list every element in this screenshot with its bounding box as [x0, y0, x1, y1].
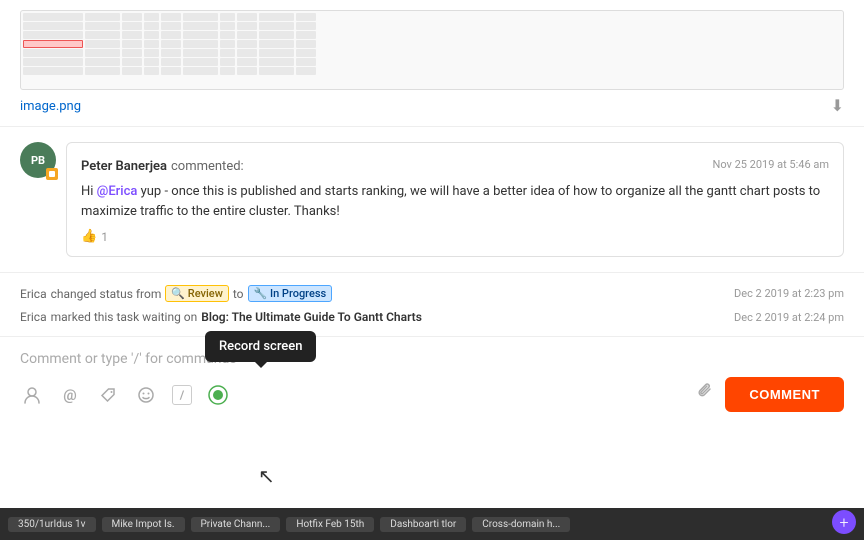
comment-body: Peter Banerjea commented: Nov 25 2019 at…: [66, 142, 844, 257]
status-author-1: Erica: [20, 287, 47, 301]
status-line-1-left: Erica changed status from 🔍 Review to 🔧 …: [20, 285, 332, 302]
slash-icon[interactable]: /: [172, 385, 192, 405]
comment-toolbar: Record screen @ /: [20, 377, 844, 412]
waiting-link[interactable]: Blog: The Ultimate Guide To Gantt Charts: [201, 310, 422, 324]
taskbar: 350/1urIdus 1v Mike Impot Is. Private Ch…: [0, 508, 864, 540]
person-icon[interactable]: [20, 383, 44, 407]
status-to-text: to: [233, 287, 244, 301]
avatar-initials: PB: [31, 154, 45, 167]
status-action-1: changed status from: [51, 287, 162, 301]
toolbar-right: COMMENT: [695, 377, 844, 412]
taskbar-item-3[interactable]: Hotfix Feb 15th: [286, 517, 374, 532]
status-action-2: marked this task waiting on: [51, 310, 198, 324]
taskbar-item-5[interactable]: Cross-domain h...: [472, 517, 570, 532]
status-time-2: Dec 2 2019 at 2:24 pm: [734, 311, 844, 324]
download-button[interactable]: ⬇: [831, 96, 844, 116]
taskbar-item-2[interactable]: Private Chann...: [191, 517, 281, 532]
status-from-badge: 🔍 Review: [165, 285, 229, 302]
comment-header: PB Peter Banerjea commented: Nov 25 2019…: [20, 142, 844, 257]
status-changes: Erica changed status from 🔍 Review to 🔧 …: [0, 273, 864, 336]
avatar-badge: [46, 168, 58, 180]
avatar: PB: [20, 142, 56, 178]
taskbar-item-1[interactable]: Mike Impot Is.: [102, 517, 185, 532]
status-line-1: Erica changed status from 🔍 Review to 🔧 …: [20, 281, 844, 306]
toolbar-left: @ /: [20, 383, 230, 407]
comment-text-after: yup - once this is published and starts …: [81, 184, 820, 219]
taskbar-item-4[interactable]: Dashboarti tlor: [380, 517, 466, 532]
comment-timestamp: Nov 25 2019 at 5:46 am: [712, 158, 829, 171]
main-container: image.png ⬇ PB Peter Banerjea commented:…: [0, 0, 864, 540]
comment-text: Hi @Erica yup - once this is published a…: [81, 182, 829, 221]
cursor: ↖: [258, 464, 275, 488]
comment-placeholder[interactable]: Comment or type '/' for commands: [20, 347, 844, 377]
attach-icon[interactable]: [695, 382, 715, 407]
comment-button[interactable]: COMMENT: [725, 377, 844, 412]
avatar-badge-inner: [49, 171, 55, 177]
record-screen-icon[interactable]: [206, 383, 230, 407]
comment-mention[interactable]: @Erica: [97, 184, 138, 199]
record-tooltip: Record screen: [205, 331, 316, 362]
spreadsheet-rows: [21, 11, 843, 78]
status-line-2-left: Erica marked this task waiting on Blog: …: [20, 310, 422, 324]
image-footer: image.png ⬇: [20, 96, 844, 116]
like-count: 1: [101, 230, 108, 244]
comment-text-before: Hi: [81, 184, 97, 199]
commenter-name: Peter Banerjea: [81, 159, 167, 174]
image-section: image.png ⬇: [0, 0, 864, 127]
commenter-action: commented:: [171, 159, 244, 174]
image-filename[interactable]: image.png: [20, 99, 81, 114]
at-icon[interactable]: @: [58, 383, 82, 407]
status-time-1: Dec 2 2019 at 2:23 pm: [734, 287, 844, 300]
taskbar-fab[interactable]: +: [832, 510, 856, 534]
emoji-icon[interactable]: [134, 383, 158, 407]
spreadsheet-preview: [20, 10, 844, 90]
status-line-2: Erica marked this task waiting on Blog: …: [20, 306, 844, 328]
comment-section: PB Peter Banerjea commented: Nov 25 2019…: [0, 127, 864, 273]
status-author-2: Erica: [20, 310, 47, 324]
taskbar-item-0[interactable]: 350/1urIdus 1v: [8, 517, 96, 532]
tag-icon[interactable]: [96, 383, 120, 407]
comment-author-line: Peter Banerjea commented:: [81, 155, 244, 174]
comment-like: 👍 1: [81, 229, 829, 244]
comment-meta: Peter Banerjea commented: Nov 25 2019 at…: [81, 155, 829, 174]
like-icon[interactable]: 👍: [81, 229, 97, 244]
status-to-badge: 🔧 In Progress: [248, 285, 333, 302]
